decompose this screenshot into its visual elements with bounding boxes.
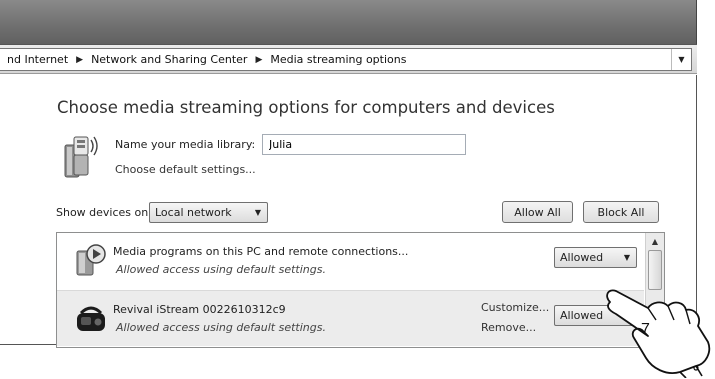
block-all-button[interactable]: Block All [583,201,659,223]
device-status: Allowed access using default settings. [116,321,326,334]
remove-link[interactable]: Remove... [481,321,536,334]
library-name-field[interactable] [262,134,466,155]
chevron-right-icon[interactable]: ▶ [250,55,267,65]
breadcrumb[interactable]: nd Internet ▶ Network and Sharing Center… [0,48,692,71]
allow-all-button[interactable]: Allow All [502,201,573,223]
show-devices-label: Show devices on: [56,206,152,219]
step-number-label: 7 [641,321,650,338]
customize-link[interactable]: Customize... [481,301,549,314]
device-status: Allowed access using default settings. [116,263,326,276]
scroll-up-icon[interactable]: ▲ [647,234,663,249]
show-devices-value: Local network [155,206,232,219]
device-permission-select[interactable]: Allowed ▼ [554,247,637,268]
address-bar: nd Internet ▶ Network and Sharing Center… [0,44,697,74]
media-player-icon [76,244,106,276]
default-settings-link[interactable]: Choose default settings... [115,163,256,176]
chevron-right-icon[interactable]: ▶ [71,55,88,65]
breadcrumb-item-media-streaming[interactable]: Media streaming options [267,53,409,66]
list-item[interactable]: Revival iStream 0022610312c9 Allowed acc… [57,290,644,346]
chevron-down-icon: ▼ [623,253,630,262]
title-bar [0,0,697,44]
media-library-icon [64,136,98,178]
media-streaming-window: nd Internet ▶ Network and Sharing Center… [0,0,715,379]
breadcrumb-item-internet[interactable]: nd Internet [4,53,71,66]
radio-device-icon [77,306,105,331]
chevron-down-icon[interactable]: ▼ [671,49,691,70]
breadcrumb-item-network-sharing[interactable]: Network and Sharing Center [88,53,250,66]
page-title: Choose media streaming options for compu… [57,98,555,117]
permission-value: Allowed [560,251,604,264]
show-devices-select[interactable]: Local network ▼ [149,202,268,223]
device-name: Revival iStream 0022610312c9 [113,303,286,316]
library-name-label: Name your media library: [115,138,256,151]
chevron-down-icon: ▼ [254,208,261,217]
device-list[interactable]: Media programs on this PC and remote con… [56,232,665,348]
device-name: Media programs on this PC and remote con… [113,245,409,258]
pointing-hand-icon [606,289,711,378]
list-item[interactable]: Media programs on this PC and remote con… [57,233,644,289]
